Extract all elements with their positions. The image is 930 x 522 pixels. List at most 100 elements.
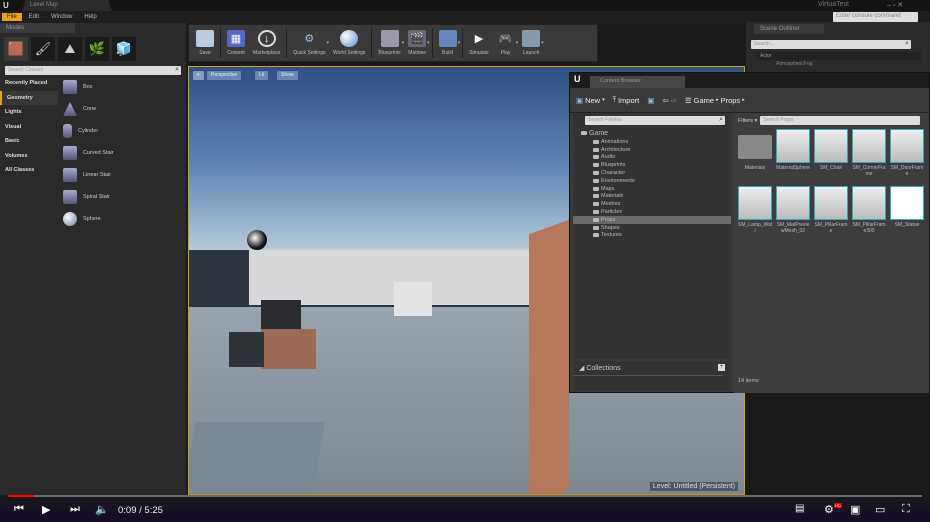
folder-environments[interactable]: Environments bbox=[573, 177, 731, 185]
search-icon: ⌕ bbox=[905, 40, 909, 47]
add-collection-icon[interactable]: + bbox=[718, 364, 725, 371]
matinee-button[interactable]: 🎬 Matinee bbox=[404, 30, 430, 56]
import-button[interactable]: ⤒ Import bbox=[613, 95, 640, 105]
forward-arrow-icon[interactable]: ⇨ bbox=[671, 96, 677, 105]
folder-meshes[interactable]: Meshes bbox=[573, 200, 731, 208]
marketplace-button[interactable]: ↓ Marketplace bbox=[249, 30, 284, 56]
category-all-classes[interactable]: All Classes bbox=[0, 163, 58, 178]
folder-shapes[interactable]: Shapes bbox=[573, 224, 731, 232]
modes-tab[interactable]: Modes bbox=[0, 23, 75, 33]
save-all-button[interactable]: ▣ bbox=[647, 96, 654, 105]
folder-icon bbox=[593, 225, 599, 230]
viewport-menu-button[interactable]: ▾ bbox=[193, 71, 204, 80]
asset-tile[interactable]: SM_Chair bbox=[814, 129, 848, 171]
folder-game[interactable]: Game bbox=[573, 128, 731, 138]
paint-mode-icon[interactable]: 🖌 bbox=[31, 37, 55, 61]
item-curved-stair[interactable]: Curved Stair bbox=[60, 142, 180, 164]
category-basic[interactable]: Basic bbox=[0, 134, 58, 149]
category-lights[interactable]: Lights bbox=[0, 105, 58, 120]
asset-tile[interactable]: SM_MatPreviewMesh_02 bbox=[776, 186, 810, 234]
level-tab[interactable]: Level Map bbox=[22, 0, 112, 11]
folder-textures[interactable]: Textures bbox=[573, 232, 731, 240]
folder-maps[interactable]: Maps bbox=[573, 185, 731, 193]
window-controls[interactable]: – ▫ ✕ bbox=[887, 1, 903, 9]
menu-help[interactable]: Help bbox=[79, 13, 101, 21]
folder-materials[interactable]: Materials bbox=[573, 193, 731, 201]
outliner-tab[interactable]: Scene Outliner bbox=[754, 24, 824, 34]
breadcrumb-game[interactable]: Game bbox=[694, 96, 714, 105]
folder-audio[interactable]: Audio bbox=[573, 154, 731, 162]
save-button[interactable]: Save bbox=[192, 30, 218, 56]
console-input[interactable]: Enter console command bbox=[833, 12, 918, 22]
fullscreen-icon[interactable]: ⛶ bbox=[902, 503, 910, 516]
folder-search-input[interactable]: Search Folders ⌕ bbox=[585, 116, 725, 125]
item-sphere[interactable]: Sphere bbox=[60, 208, 180, 230]
asset-tile[interactable]: SM_Statue bbox=[890, 186, 924, 228]
miniplayer-icon[interactable]: ▣ bbox=[850, 503, 860, 516]
progress-bar[interactable] bbox=[8, 495, 922, 497]
launch-button[interactable]: Launch bbox=[518, 30, 544, 56]
item-cone[interactable]: Cone bbox=[60, 98, 180, 120]
geometry-mode-icon[interactable]: 🧊 bbox=[112, 37, 136, 61]
blueprints-button[interactable]: Blueprints bbox=[374, 30, 404, 56]
menu-window[interactable]: Window bbox=[46, 13, 77, 21]
item-box[interactable]: Box bbox=[60, 76, 180, 98]
folder-particles[interactable]: Particles bbox=[573, 208, 731, 216]
asset-tile[interactable]: Materials bbox=[738, 129, 772, 171]
asset-tile[interactable]: SM_DoorFrame bbox=[890, 129, 924, 177]
play-icon[interactable]: ▶ bbox=[42, 503, 50, 516]
world-settings-button[interactable]: World Settings bbox=[329, 30, 369, 56]
filters-button[interactable]: Filters ▾ bbox=[738, 118, 757, 124]
landscape-mode-icon[interactable]: ⛰ bbox=[58, 37, 82, 61]
place-mode-icon[interactable]: 🟫 bbox=[4, 37, 28, 61]
folder-character[interactable]: Character bbox=[573, 169, 731, 177]
category-geometry[interactable]: Geometry bbox=[0, 90, 58, 105]
settings-hd-icon[interactable]: ⚙HD bbox=[824, 503, 842, 516]
category-visual[interactable]: Visual bbox=[0, 120, 58, 135]
foliage-mode-icon[interactable]: 🌿 bbox=[85, 37, 109, 61]
menu-file[interactable]: File bbox=[2, 13, 22, 21]
content-browser-tab[interactable]: Content Browser bbox=[590, 76, 685, 88]
asset-tile[interactable]: SM_PillarFrame bbox=[814, 186, 848, 234]
asset-search-input[interactable]: Search Props bbox=[760, 116, 921, 125]
outliner-search-input[interactable]: Search... ⌕ bbox=[751, 40, 911, 49]
history-nav[interactable]: ⇦ ⇨ bbox=[662, 96, 677, 105]
subtitles-icon[interactable]: ▤ bbox=[795, 503, 804, 514]
new-button[interactable]: ▣ New ▾ bbox=[576, 96, 605, 105]
actor-column-header[interactable]: Actor bbox=[756, 52, 921, 60]
toolbar-label: Build bbox=[442, 50, 454, 56]
item-spiral-stair[interactable]: Spiral Stair bbox=[60, 186, 180, 208]
breadcrumb-props[interactable]: Props bbox=[721, 96, 741, 105]
play-button[interactable]: 🎮 Play bbox=[493, 30, 519, 56]
item-cylinder[interactable]: Cylinder bbox=[60, 120, 180, 142]
build-button[interactable]: Build bbox=[435, 30, 461, 56]
asset-tile[interactable]: SM_PillarFrame300 bbox=[852, 186, 886, 234]
previous-icon[interactable]: ⏮ bbox=[14, 503, 24, 516]
collections-header[interactable]: ◢ Collections bbox=[573, 361, 723, 376]
next-icon[interactable]: ⏭ bbox=[70, 503, 80, 516]
simulate-button[interactable]: ▶ Simulate bbox=[465, 30, 492, 56]
asset-tile[interactable]: SM_CornerFrame bbox=[852, 129, 886, 177]
lit-button[interactable]: Lit bbox=[255, 71, 269, 80]
item-linear-stair[interactable]: Linear Stair bbox=[60, 164, 180, 186]
theater-icon[interactable]: ▭ bbox=[875, 503, 885, 516]
category-recently-placed[interactable]: Recently Placed bbox=[0, 76, 58, 91]
category-volumes[interactable]: Volumes bbox=[0, 149, 58, 164]
folder-animations[interactable]: Animations bbox=[573, 138, 731, 146]
progress-fill bbox=[8, 495, 34, 497]
quick-settings-button[interactable]: ⚙ Quick Settings bbox=[289, 30, 329, 56]
folder-props[interactable]: Props bbox=[573, 215, 731, 224]
asset-tile[interactable]: MaterialSphere bbox=[776, 129, 810, 171]
volume-icon[interactable]: 🔈 bbox=[95, 503, 109, 516]
content-button[interactable]: ▦ Content bbox=[223, 30, 249, 56]
class-search-input[interactable]: Search Classes ⌕ bbox=[5, 66, 181, 75]
menu-edit[interactable]: Edit bbox=[24, 13, 44, 21]
folder-blueprints[interactable]: Blueprints bbox=[573, 161, 731, 169]
asset-tile[interactable]: SM_Lamp_Wall bbox=[738, 186, 772, 234]
show-button[interactable]: Show bbox=[277, 71, 298, 80]
folder-architecture[interactable]: Architecture bbox=[573, 146, 731, 154]
outliner-row[interactable]: AtmosphericFog bbox=[776, 61, 930, 67]
perspective-button[interactable]: Perspective bbox=[207, 71, 242, 80]
brown-crate bbox=[261, 329, 316, 369]
back-arrow-icon[interactable]: ⇦ bbox=[662, 96, 668, 105]
